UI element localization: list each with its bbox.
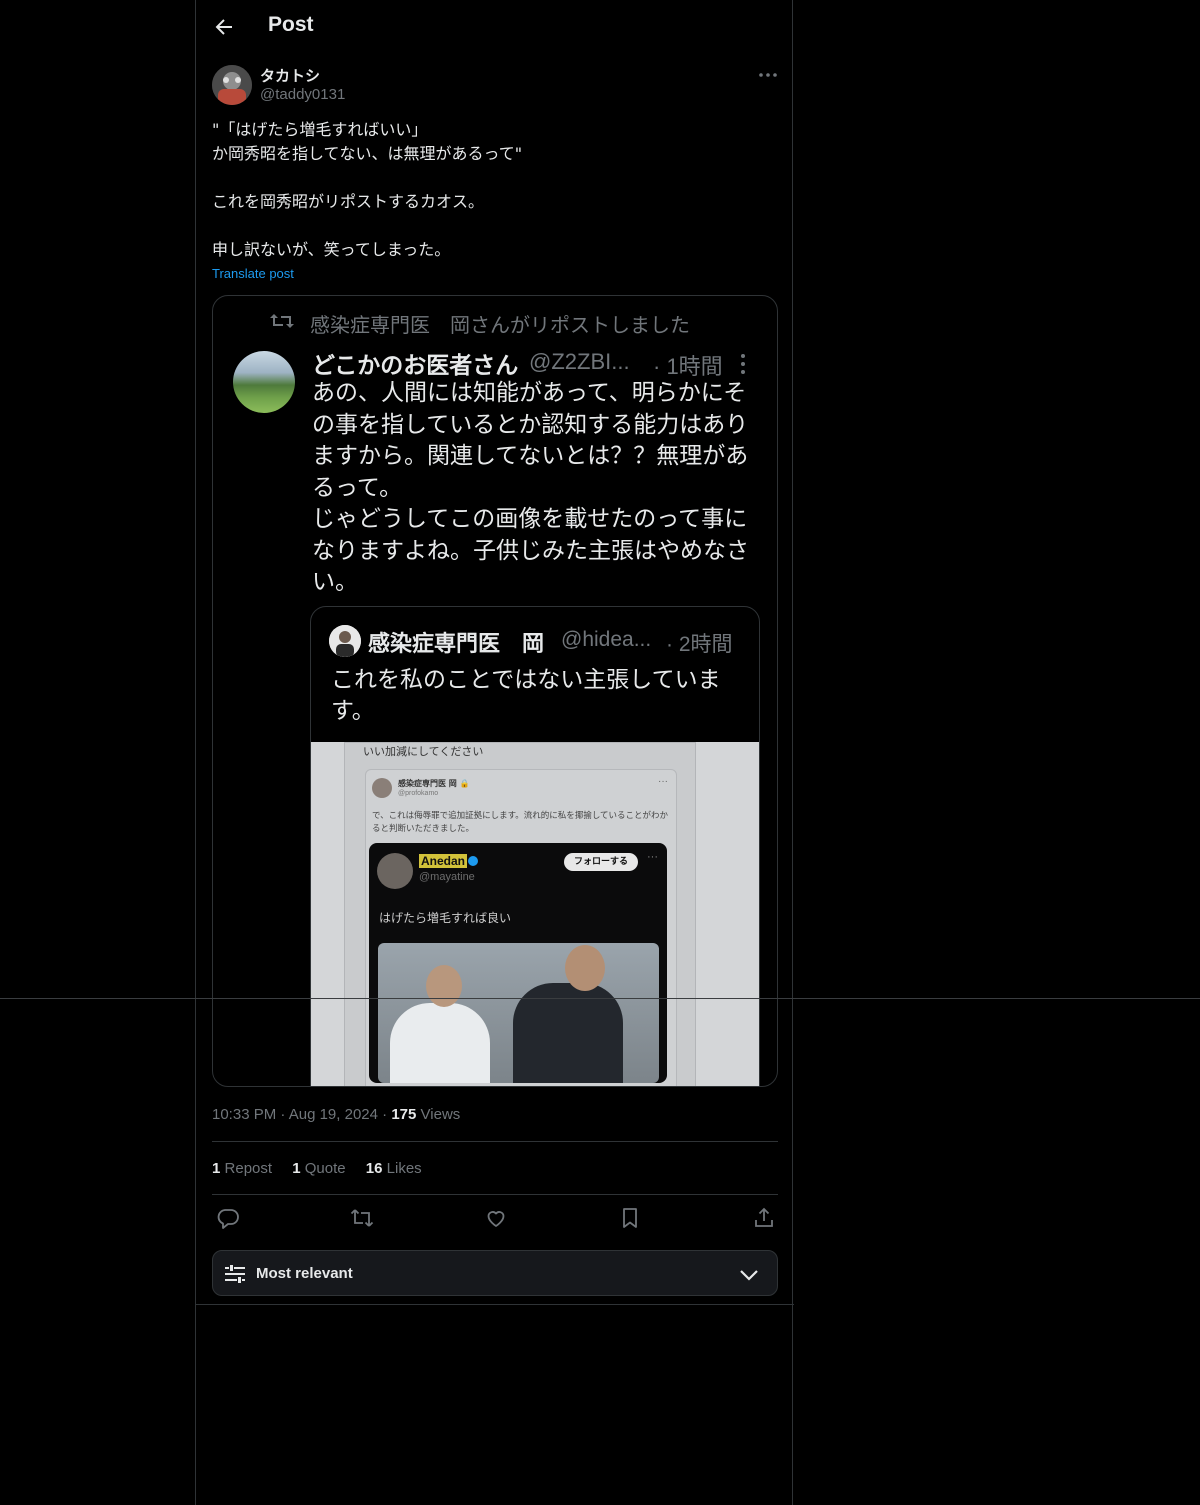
screenshot-top-text: いい加減にしてください [363,745,484,758]
media-avatar [233,351,295,413]
media-author-handle: @Z2ZBI... [529,349,630,374]
screenshot-dark-handle: @mayatine [419,871,475,883]
screenshot-inner-post: 感染症専門医 岡 🔒 @profokamo ··· で、これは侮辱罪で追加証拠に… [365,769,677,1086]
post-media[interactable]: 感染症専門医 岡さんがリポストしました どこかのお医者さん @Z2ZBI... … [212,295,778,1087]
repost-icon [269,311,295,331]
avatar[interactable] [212,65,252,105]
views-count: 175 [391,1106,417,1123]
translate-post-link[interactable]: Translate post [212,266,294,281]
header: Post [196,0,794,54]
like-icon[interactable] [484,1206,508,1230]
likes-stat[interactable]: 16 Likes [366,1160,422,1177]
media-author-name: どこかのお医者さん [312,353,519,379]
post-date[interactable]: Aug 19, 2024 [289,1106,378,1123]
views-label: Views [420,1106,461,1123]
media-more-icon [739,352,747,376]
post-column: Post タカトシ @taddy0131 "「はげたら増毛すればいい」 か岡秀昭… [195,0,794,1505]
back-arrow-icon[interactable] [212,15,236,39]
engagement-stats: 1 Repost 1 Quote 16 Likes [212,1160,438,1177]
screenshot-image: いい加減にしてください 感染症専門医 岡 🔒 @profokamo ··· で、… [311,742,759,1086]
quoted-time: · 2時間 [666,633,733,656]
post-time[interactable]: 10:33 PM [212,1106,276,1123]
screenshot-more-icon: ··· [658,776,668,787]
likes-count: 16 [365,1160,383,1177]
post-meta: 10:33 PM · Aug 19, 2024 · 175 Views [212,1106,460,1123]
photo-person-right-head [565,945,605,991]
screenshot-dark-avatar [377,853,413,889]
media-time: · 1時間 [653,354,723,379]
reposts-stat[interactable]: 1 Repost [212,1160,272,1177]
screenshot-photo [378,943,659,1083]
more-options-icon[interactable] [756,66,780,84]
divider [212,1194,778,1195]
repost-button-icon[interactable] [350,1206,374,1230]
chevron-down-icon [737,1263,761,1287]
sort-label: Most relevant [256,1265,353,1282]
page-title: Post [268,13,314,36]
quoted-text: これを私のことではない主張しています。 [331,667,721,724]
screenshot-inner-text: で、これは侮辱罪で追加証拠にします。流れ的に私を揶揄していることがわかると判断い… [372,811,669,834]
share-icon[interactable] [752,1206,776,1230]
sliders-icon [223,1262,247,1286]
quotes-count: 1 [292,1160,301,1177]
quoted-post: 感染症専門医 岡 @hidea... · 2時間 これを私のことではない主張して… [310,606,760,1086]
screenshot-dark-post: Anedan @mayatine フォローする ··· はげたら増毛すれば良い [369,843,667,1083]
horizontal-rule [0,998,1200,999]
reposts-label: Repost [224,1160,273,1177]
photo-person-left-head [426,965,462,1007]
screenshot-card: いい加減にしてください 感染症専門医 岡 🔒 @profokamo ··· で、… [344,742,696,1086]
media-post-text: あの、人間には知能があって、明らかにその事を指しているとか認知する能力はあります… [312,380,749,595]
screenshot-follow-button: フォローする [564,853,638,871]
post-text: "「はげたら増毛すればいい」 か岡秀昭を指してない、は無理があるって" これを岡… [212,120,523,259]
quoted-author-name: 感染症専門医 岡 [368,632,545,657]
quoted-author-handle: @hidea... [561,628,652,651]
screenshot-inner-handle: @profokamo [398,790,439,797]
screenshot-dark-more-icon: ··· [647,851,658,863]
divider [212,1141,778,1142]
bookmark-icon[interactable] [618,1206,642,1230]
verified-badge-icon [468,856,478,866]
reposts-count: 1 [212,1160,221,1177]
screenshot-dark-name: Anedan [419,854,468,868]
screenshot-dark-text: はげたら増毛すれば良い [379,911,512,925]
screenshot-inner-avatar [372,778,392,798]
meta-separator: · [280,1106,286,1123]
sort-replies-dropdown[interactable]: Most relevant [212,1250,778,1296]
likes-label: Likes [386,1160,422,1177]
quotes-label: Quote [304,1160,346,1177]
quoted-avatar [329,625,361,657]
author-name[interactable]: タカトシ [260,65,320,86]
quotes-stat[interactable]: 1 Quote [292,1160,345,1177]
meta-separator: · [382,1106,388,1123]
media-repost-text: 感染症専門医 岡さんがリポストしました [310,313,690,337]
divider [196,1304,794,1305]
screenshot-inner-name: 感染症専門医 岡 🔒 [398,779,470,788]
reply-icon[interactable] [216,1206,240,1230]
photo-person-left [390,1003,490,1083]
author-handle[interactable]: @taddy0131 [260,86,345,103]
